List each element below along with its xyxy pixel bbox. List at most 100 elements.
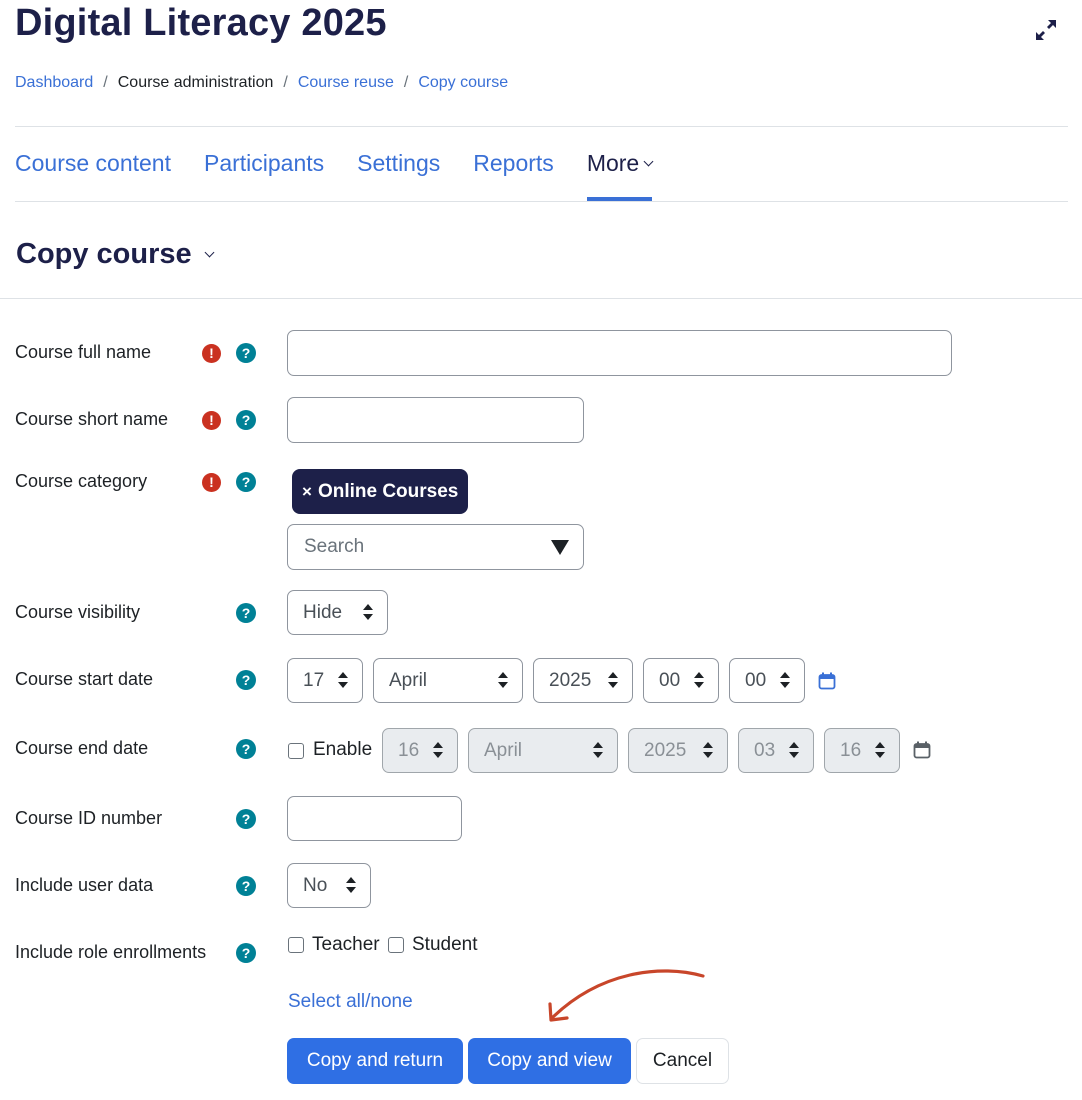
start-minute-value: 00: [745, 670, 767, 691]
tab-reports[interactable]: Reports: [473, 140, 554, 202]
calendar-icon[interactable]: [913, 741, 931, 759]
end-day-select[interactable]: 16: [382, 728, 458, 773]
remove-tag-icon[interactable]: ×: [302, 482, 312, 501]
category-label: Course category: [15, 471, 148, 491]
end-minute-value: 16: [840, 740, 862, 761]
end-year-select[interactable]: 2025: [628, 728, 728, 773]
divider: [15, 126, 1068, 127]
select-arrows-icon: [498, 672, 508, 690]
secondary-navigation: Course content Participants Settings Rep…: [15, 140, 685, 202]
start-month-select[interactable]: April: [373, 658, 523, 703]
start-hour-select[interactable]: 00: [643, 658, 719, 703]
userdata-select[interactable]: No: [287, 863, 371, 908]
end-date-enable-label: Enable: [313, 739, 373, 760]
copy-and-return-button[interactable]: Copy and return: [287, 1038, 463, 1084]
breadcrumb-separator: /: [283, 74, 288, 91]
end-year-value: 2025: [644, 740, 687, 761]
select-arrows-icon: [608, 672, 618, 690]
help-icon[interactable]: ?: [236, 410, 256, 430]
student-checkbox[interactable]: [388, 937, 404, 953]
tab-course-content[interactable]: Course content: [15, 140, 171, 202]
userdata-label: Include user data: [15, 875, 154, 895]
required-icon: !: [202, 411, 221, 430]
course-title: Digital Literacy 2025: [15, 2, 387, 44]
breadcrumb-course-reuse[interactable]: Course reuse: [298, 74, 394, 92]
select-arrows-icon: [363, 604, 373, 622]
copy-and-view-button[interactable]: Copy and view: [468, 1038, 631, 1084]
start-hour-value: 00: [659, 670, 681, 691]
cancel-button[interactable]: Cancel: [636, 1038, 729, 1084]
end-hour-value: 03: [754, 740, 776, 761]
tab-participants[interactable]: Participants: [204, 140, 324, 202]
userdata-value: No: [303, 875, 328, 896]
dropdown-triangle-icon[interactable]: [551, 540, 569, 555]
help-icon[interactable]: ?: [236, 670, 256, 690]
end-date-label: Course end date: [15, 738, 149, 758]
breadcrumb-separator: /: [403, 74, 409, 91]
role-enrolments-label: Include role enrollments: [15, 942, 207, 962]
search-placeholder: Search: [304, 536, 365, 557]
tab-more-label: More: [586, 150, 640, 176]
start-date-label: Course start date: [15, 669, 154, 689]
start-year-value: 2025: [549, 670, 592, 691]
visibility-label: Course visibility: [15, 602, 141, 622]
help-icon[interactable]: ?: [236, 603, 256, 623]
select-arrows-icon: [875, 742, 885, 760]
fullscreen-expand-icon[interactable]: [1034, 18, 1058, 42]
select-arrows-icon: [780, 672, 790, 690]
shortname-input[interactable]: [287, 397, 584, 443]
fullname-input[interactable]: [287, 330, 952, 376]
required-icon: !: [202, 473, 221, 492]
end-date-enable-checkbox[interactable]: [288, 743, 304, 759]
idnumber-input[interactable]: [287, 796, 462, 841]
required-icon: !: [202, 344, 221, 363]
visibility-select[interactable]: Hide: [287, 590, 388, 635]
tab-settings[interactable]: Settings: [357, 140, 440, 202]
start-minute-select[interactable]: 00: [729, 658, 805, 703]
breadcrumb-dashboard[interactable]: Dashboard: [15, 74, 93, 92]
student-label: Student: [412, 934, 478, 955]
end-month-select[interactable]: April: [468, 728, 618, 773]
help-icon[interactable]: ?: [236, 943, 256, 963]
chevron-down-icon: [204, 247, 215, 258]
divider: [15, 201, 1068, 202]
page-heading-text: Copy course: [16, 238, 192, 270]
shortname-label: Course short name: [15, 409, 169, 429]
select-all-none-link[interactable]: Select all/none: [288, 991, 413, 1013]
help-icon[interactable]: ?: [236, 809, 256, 829]
help-icon[interactable]: ?: [236, 739, 256, 759]
fullname-label: Course full name: [15, 342, 152, 362]
category-search-input[interactable]: Search: [287, 524, 584, 570]
help-icon[interactable]: ?: [236, 472, 256, 492]
annotation-arrow: [548, 969, 705, 1022]
calendar-icon[interactable]: [818, 672, 836, 690]
select-arrows-icon: [694, 672, 704, 690]
start-month-value: April: [389, 670, 428, 691]
select-arrows-icon: [433, 742, 443, 760]
select-arrows-icon: [346, 877, 356, 895]
select-arrows-icon: [789, 742, 799, 760]
breadcrumb-copy-course[interactable]: Copy course: [418, 74, 508, 92]
end-hour-select[interactable]: 03: [738, 728, 814, 773]
category-tag[interactable]: × Online Courses: [292, 469, 469, 514]
end-month-value: April: [484, 740, 523, 761]
chevron-down-icon: [643, 156, 654, 167]
start-day-value: 17: [303, 670, 325, 691]
breadcrumb-separator: /: [103, 74, 108, 91]
divider: [0, 298, 1082, 299]
end-day-value: 16: [398, 740, 420, 761]
help-icon[interactable]: ?: [236, 876, 256, 896]
breadcrumb-course-administration: Course administration: [117, 74, 274, 91]
end-minute-select[interactable]: 16: [824, 728, 900, 773]
idnumber-label: Course ID number: [15, 808, 163, 828]
select-arrows-icon: [703, 742, 713, 760]
page-heading[interactable]: Copy course: [16, 238, 215, 271]
teacher-checkbox[interactable]: [288, 937, 304, 953]
start-day-select[interactable]: 17: [287, 658, 363, 703]
help-icon[interactable]: ?: [236, 343, 256, 363]
tab-more[interactable]: More: [586, 140, 654, 202]
category-tag-label: Online Courses: [317, 481, 459, 502]
start-year-select[interactable]: 2025: [533, 658, 633, 703]
select-arrows-icon: [593, 742, 603, 760]
breadcrumb: Dashboard / Course administration / Cour…: [15, 74, 508, 92]
